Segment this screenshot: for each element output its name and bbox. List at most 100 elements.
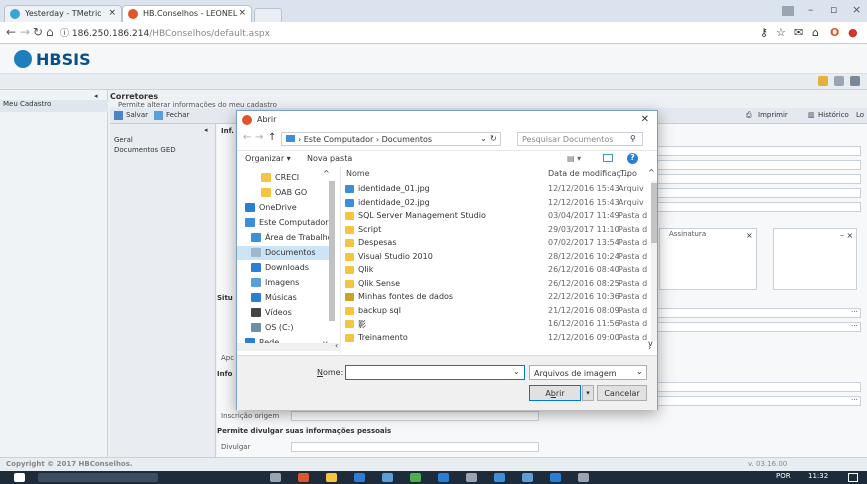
forward-icon[interactable]: → — [255, 132, 263, 143]
subnav-item-geral[interactable]: Geral — [114, 136, 133, 144]
opera-extension-icon[interactable]: O — [830, 26, 839, 39]
inscricao-field[interactable] — [291, 411, 539, 421]
remove-icon[interactable]: × — [746, 231, 753, 240]
nav-item[interactable]: CRECI — [237, 171, 333, 185]
nav-item[interactable]: Vídeos — [237, 306, 333, 320]
divulgar-field[interactable] — [291, 442, 539, 452]
language-indicator[interactable]: POR — [776, 472, 791, 480]
search-box[interactable] — [38, 473, 158, 482]
file-row[interactable]: identidade_02.jpg 12/12/2016 15:43 Arquiv — [342, 197, 652, 210]
form-field[interactable] — [647, 382, 861, 392]
chevron-down-icon[interactable]: ⌄ — [513, 367, 520, 376]
open-dropdown-button[interactable]: ▾ — [582, 385, 594, 401]
pencil-icon[interactable] — [818, 76, 828, 86]
scroll-right-icon[interactable]: › — [648, 343, 651, 352]
form-field[interactable] — [647, 322, 861, 332]
tab-close-icon[interactable]: × — [238, 8, 246, 18]
collapse-icon[interactable]: ◂ — [94, 92, 98, 100]
app-icon[interactable] — [578, 473, 589, 482]
form-field[interactable] — [647, 202, 861, 212]
tab-close-icon[interactable]: × — [108, 8, 116, 18]
content-tab[interactable]: Inf. — [221, 127, 234, 135]
app-icon[interactable] — [466, 473, 477, 482]
file-row[interactable]: Treinamento 12/12/2016 09:00 Pasta d — [342, 332, 652, 345]
explorer-icon[interactable] — [326, 473, 337, 482]
nav-scrollbar[interactable] — [329, 181, 335, 321]
tab-tmetric[interactable]: Yesterday - TMetric × — [4, 5, 122, 22]
app-icon[interactable] — [382, 473, 393, 482]
file-row[interactable]: 影 16/12/2016 11:56 Pasta d — [342, 318, 652, 331]
up-icon[interactable]: ↑ — [268, 132, 276, 143]
app-icon[interactable] — [522, 473, 533, 482]
clock[interactable]: 11:32 — [808, 472, 828, 480]
log-button[interactable]: Lo — [856, 111, 864, 119]
star-icon[interactable]: ☆ — [776, 26, 786, 39]
user-icon[interactable] — [850, 76, 860, 86]
form-field[interactable] — [647, 308, 861, 318]
file-row[interactable]: Minhas fontes de dados 22/12/2016 10:36 Pa… — [342, 291, 652, 304]
more-icon[interactable]: ··· — [851, 322, 858, 330]
form-field[interactable] — [647, 146, 861, 156]
help-icon[interactable]: ? — [627, 153, 638, 164]
save-button[interactable]: Salvar — [126, 111, 148, 119]
start-icon[interactable] — [14, 473, 25, 482]
collapse-icon[interactable]: ◂ — [204, 126, 208, 134]
nav-item[interactable]: OS (C:) — [237, 321, 333, 335]
file-row[interactable]: Script 29/03/2017 11:10 Pasta d — [342, 224, 652, 237]
nav-item[interactable]: OAB GO — [237, 186, 333, 200]
organize-button[interactable]: Organizar ▾ — [245, 154, 291, 163]
filename-input[interactable] — [345, 365, 525, 380]
form-field[interactable] — [647, 188, 861, 198]
view-options-icon[interactable]: ▤ ▾ — [567, 154, 581, 163]
extension-icon[interactable]: ✉ — [794, 26, 803, 39]
scroll-left-icon[interactable]: ‹ — [335, 341, 338, 350]
extension-icon[interactable]: ● — [848, 26, 858, 39]
column-header-type[interactable]: Tipo — [620, 169, 637, 178]
breadcrumb[interactable]: › Este Computador › Documentos ⌄ ↻ — [281, 132, 501, 146]
file-list-scrollbar[interactable] — [651, 181, 657, 341]
left-panel-title[interactable]: Meu Cadastro — [0, 100, 108, 112]
nav-item[interactable]: Músicas — [237, 291, 333, 305]
notifications-icon[interactable] — [848, 473, 858, 482]
file-row[interactable]: Visual Studio 2010 28/12/2016 10:24 Pasta … — [342, 251, 652, 264]
nav-item[interactable]: Este Computador — [237, 216, 333, 230]
taskview-icon[interactable] — [270, 473, 281, 482]
file-row[interactable]: Despesas 07/02/2017 13:54 Pasta d — [342, 237, 652, 250]
app-icon[interactable] — [410, 473, 421, 482]
history-button[interactable]: Histórico — [818, 111, 849, 119]
open-button[interactable]: Abrir — [529, 385, 581, 401]
more-icon[interactable]: ··· — [851, 308, 858, 316]
window-close-icon[interactable]: × — [852, 3, 861, 16]
maximize-icon[interactable]: ▫ — [830, 3, 837, 16]
new-folder-button[interactable]: Nova pasta — [307, 154, 352, 163]
remove-icon[interactable]: – × — [840, 231, 853, 240]
nav-item[interactable]: Documentos — [237, 246, 333, 260]
forward-icon[interactable]: → — [20, 25, 30, 39]
nav-item[interactable]: Imagens — [237, 276, 333, 290]
minimize-icon[interactable]: – — [808, 3, 814, 16]
scrollbar-thumb[interactable] — [651, 183, 657, 243]
new-tab-button[interactable] — [254, 8, 282, 22]
signature-box[interactable]: – × — [773, 228, 857, 290]
home-icon[interactable]: ⌂ — [46, 25, 54, 39]
subnav-item-documentos-ged[interactable]: Documentos GED — [114, 146, 176, 154]
app-icon[interactable] — [494, 473, 505, 482]
file-row[interactable]: Qlik 26/12/2016 08:40 Pasta d — [342, 264, 652, 277]
form-field[interactable] — [647, 160, 861, 170]
back-icon[interactable]: ← — [243, 132, 251, 143]
app-icon[interactable] — [354, 473, 365, 482]
form-field[interactable] — [647, 396, 861, 406]
file-row[interactable]: backup sql 21/12/2016 08:09 Pasta d — [342, 305, 652, 318]
url-field[interactable]: ⓘ 186.250.186.214/HBConselhos/default.as… — [60, 26, 270, 39]
preview-pane-icon[interactable] — [603, 154, 613, 162]
breadcrumb-item[interactable]: Este Computador — [304, 135, 374, 144]
profile-icon[interactable] — [782, 6, 794, 16]
horizontal-scrollbar[interactable]: ‹ — [237, 341, 341, 351]
close-button[interactable]: Fechar — [166, 111, 189, 119]
dialog-close-icon[interactable]: ✕ — [641, 114, 649, 125]
app-icon[interactable] — [550, 473, 561, 482]
file-row[interactable]: identidade_01.jpg 12/12/2016 15:43 Arquiv — [342, 183, 652, 196]
scroll-up-icon[interactable]: ^ — [648, 168, 655, 177]
refresh-icon[interactable]: ↻ — [490, 134, 497, 143]
nav-item[interactable]: OneDrive — [237, 201, 333, 215]
